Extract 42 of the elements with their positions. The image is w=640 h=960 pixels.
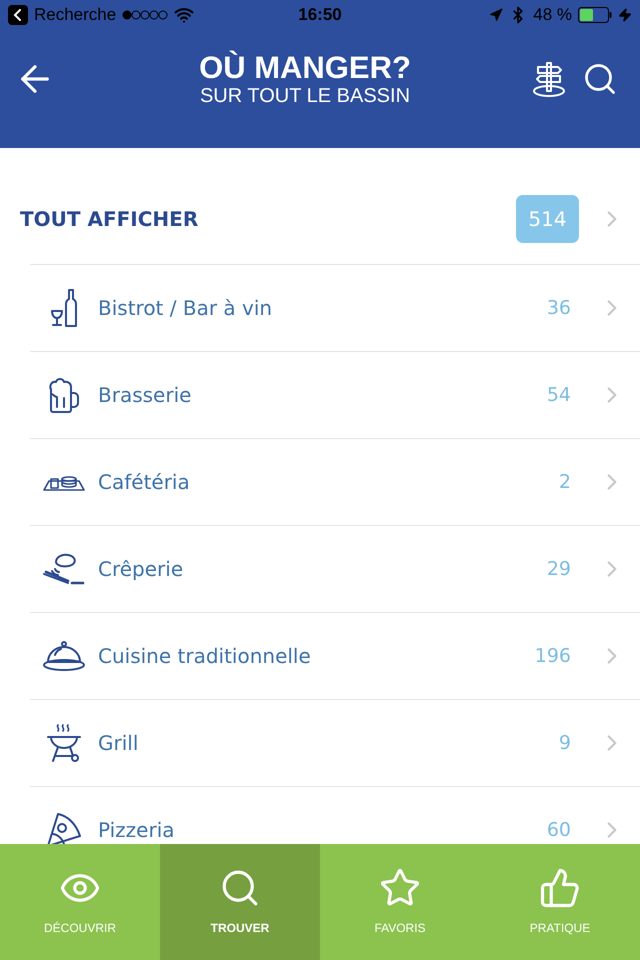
category-row[interactable]: Crêperie 29: [30, 525, 640, 612]
thumbs-up-icon: [539, 867, 581, 909]
category-count: 2: [558, 470, 571, 494]
location-arrow-icon: [489, 8, 504, 22]
page-subtitle: SUR TOUT LE BASSIN: [200, 85, 410, 108]
category-count: 60: [546, 818, 571, 842]
wifi-icon: [174, 5, 194, 25]
barbecue-grill-icon: [46, 723, 82, 763]
crepe-pan-icon: [42, 552, 86, 586]
beer-mug-icon: [47, 376, 81, 414]
charging-bolt-icon: [618, 8, 632, 22]
search-icon[interactable]: [582, 61, 618, 97]
category-row[interactable]: Bistrot / Bar à vin 36: [30, 264, 640, 351]
category-label: Brasserie: [98, 383, 192, 407]
category-label: Bistrot / Bar à vin: [98, 296, 274, 320]
category-count: 54: [546, 383, 571, 407]
bottle-and-glass-icon: [49, 288, 79, 328]
signpost-icon[interactable]: [532, 61, 566, 97]
category-label: Cafétéria: [98, 470, 191, 494]
tab-button[interactable]: TROUVER: [160, 844, 320, 960]
category-label: Grill: [98, 731, 140, 755]
category-label: Crêperie: [98, 557, 184, 581]
back-app-label[interactable]: Recherche: [34, 2, 116, 28]
category-count: 36: [546, 296, 571, 320]
category-count: 196: [534, 644, 571, 668]
total-count-badge: 514: [516, 195, 579, 243]
category-row[interactable]: Grill 9: [30, 699, 640, 786]
serving-cloche-icon: [42, 640, 86, 672]
battery-icon: [578, 7, 612, 23]
category-count: 9: [558, 731, 571, 755]
signal-dots-icon: [122, 10, 168, 20]
clock-time: 16:50: [298, 4, 342, 26]
category-label: Cuisine traditionnelle: [98, 644, 312, 668]
category-label: Pizzeria: [98, 818, 176, 842]
category-count: 29: [546, 557, 571, 581]
battery-percentage: 48 %: [533, 4, 572, 26]
category-row[interactable]: Cafétéria 2: [30, 438, 640, 525]
page-title: OÙ MANGER?: [199, 50, 411, 85]
category-row[interactable]: Brasserie 54: [30, 351, 640, 438]
show-all-label[interactable]: TOUT AFFICHER: [20, 207, 516, 231]
back-chevron-icon[interactable]: [8, 5, 28, 25]
category-row[interactable]: Cuisine traditionnelle 196: [30, 612, 640, 699]
